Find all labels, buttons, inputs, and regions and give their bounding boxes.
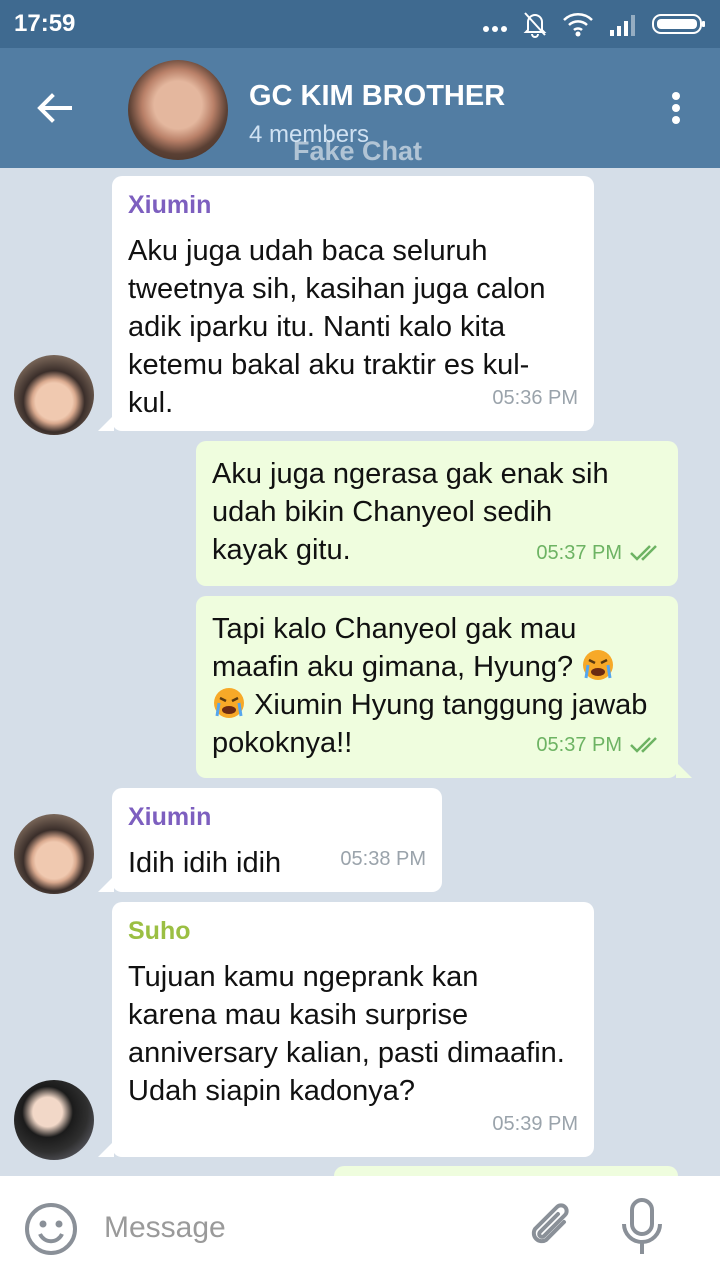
arrow-back-icon[interactable]: [30, 84, 78, 132]
more-vertical-icon[interactable]: [660, 84, 692, 132]
message-composer: [0, 1176, 720, 1280]
group-avatar[interactable]: [128, 60, 228, 160]
message-bubble[interactable]: Aku juga ngerasa gak enak sih udah bikin…: [196, 441, 678, 586]
crying-face-emoji: [583, 650, 614, 680]
bubble-tail: [676, 762, 692, 778]
double-check-icon: [630, 737, 657, 753]
message-bubble[interactable]: Xiumin Idih idih idih 05:38 PM: [98, 788, 442, 892]
message-text: Tujuan kamu ngeprank kan karena mau kasi…: [128, 961, 565, 1107]
message-time-status: 05:37 PM: [536, 726, 662, 764]
message-bubble[interactable]: Suho Tujuan kamu ngeprank kan karena mau…: [98, 902, 594, 1157]
bell-off-icon: [523, 12, 547, 38]
avatar-xiumin[interactable]: [14, 355, 94, 435]
message-time: 05:36 PM: [492, 387, 578, 409]
message-bubble[interactable]: Tapi kalo Chanyeol gak mau maafin aku gi…: [196, 596, 692, 778]
signal-icon: [610, 15, 635, 36]
status-time: 17:59: [14, 10, 76, 37]
chat-header: GC KIM BROTHER 4 members Fake Chat: [0, 48, 720, 168]
bubble-tail: [98, 876, 114, 892]
avatar-suho[interactable]: [14, 1080, 94, 1160]
watermark-text: Fake Chat: [293, 136, 423, 166]
avatar-xiumin[interactable]: [14, 814, 94, 894]
more-dots-icon: [483, 26, 507, 32]
double-check-icon: [630, 545, 657, 561]
microphone-icon[interactable]: [616, 1196, 668, 1260]
status-icons: [482, 10, 706, 38]
message-bubble[interactable]: Xiumin Aku juga udah baca seluruh tweetn…: [98, 176, 594, 431]
emoji-icon[interactable]: [24, 1202, 78, 1256]
attach-icon[interactable]: [524, 1200, 580, 1256]
message-time: 05:37 PM: [536, 734, 622, 756]
battery-icon: [652, 14, 705, 34]
status-bar: 17:59: [0, 0, 720, 48]
bubble-tail: [98, 415, 114, 431]
wifi-icon: [563, 13, 593, 37]
message-input[interactable]: [104, 1206, 504, 1250]
message-time: 05:39 PM: [492, 1113, 578, 1135]
message-text-part: Tapi kalo Chanyeol gak mau maafin aku gi…: [212, 613, 577, 683]
sender-name: Xiumin: [128, 803, 212, 831]
bubble-tail: [98, 1141, 114, 1157]
sender-name: Suho: [128, 917, 191, 945]
chat-title[interactable]: GC KIM BROTHER: [249, 80, 505, 113]
sender-name: Xiumin: [128, 191, 212, 219]
message-list[interactable]: Xiumin Aku juga udah baca seluruh tweetn…: [0, 168, 720, 1176]
message-bubble-partial[interactable]: [334, 1166, 678, 1176]
crying-face-emoji: [214, 688, 244, 718]
message-time-status: 05:37 PM: [536, 534, 662, 572]
message-time: 05:38 PM: [340, 848, 426, 870]
message-time: 05:37 PM: [536, 542, 622, 564]
